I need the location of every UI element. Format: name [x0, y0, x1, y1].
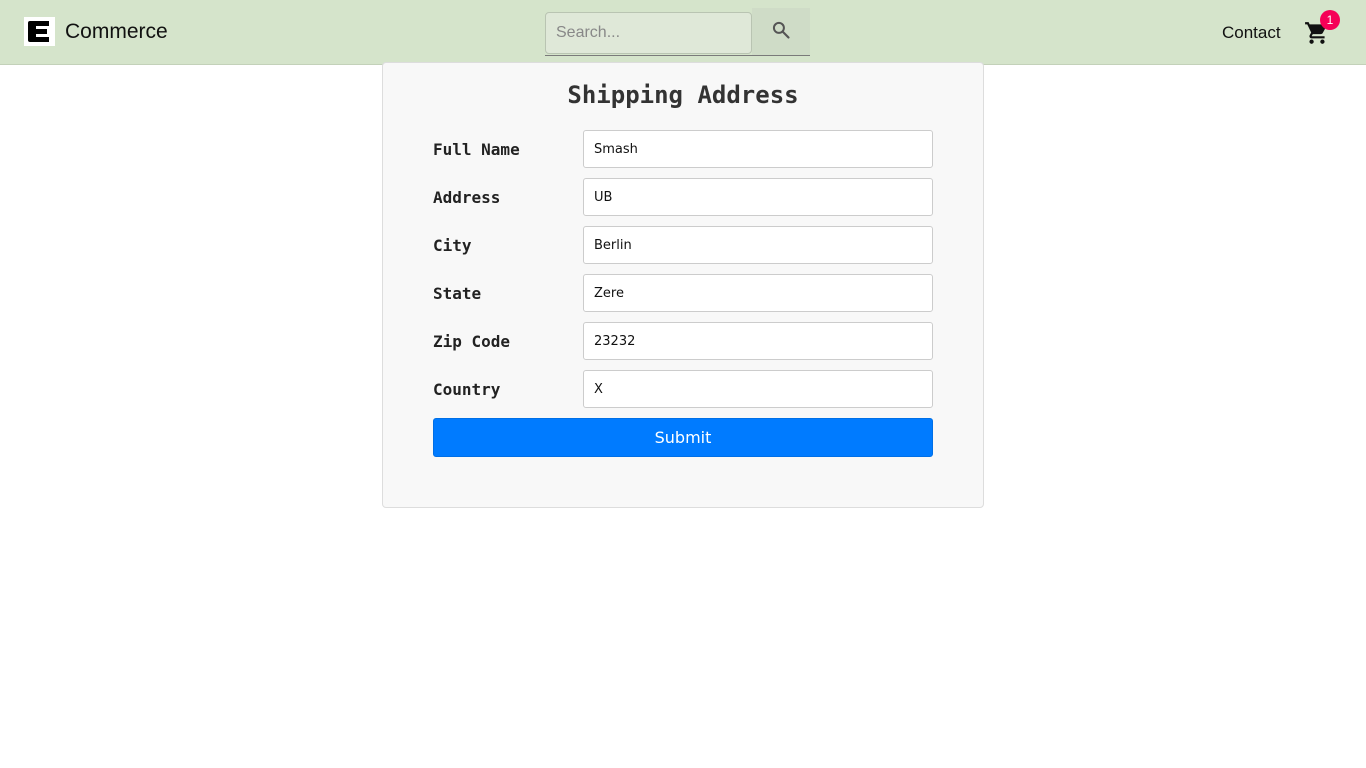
submit-button[interactable]: Submit	[433, 418, 933, 457]
cart-count-badge: 1	[1320, 10, 1340, 30]
contact-link[interactable]: Contact	[1222, 23, 1281, 43]
search-button[interactable]	[752, 8, 810, 55]
page-title: Shipping Address	[567, 81, 799, 109]
zip-code-label: Zip Code	[433, 332, 511, 351]
logo-e-icon[interactable]	[24, 17, 55, 46]
zip-code-field[interactable]	[583, 322, 933, 360]
city-label: City	[433, 236, 472, 255]
state-label: State	[433, 284, 482, 303]
search-bar	[545, 8, 810, 56]
address-field[interactable]	[583, 178, 933, 216]
country-field[interactable]	[583, 370, 933, 408]
address-label: Address	[433, 188, 501, 207]
full-name-label: Full Name	[433, 140, 520, 159]
state-field[interactable]	[583, 274, 933, 312]
brand-name[interactable]: Commerce	[65, 20, 168, 44]
search-input[interactable]	[545, 12, 752, 54]
full-name-field[interactable]	[583, 130, 933, 168]
country-label: Country	[433, 380, 501, 399]
header: Commerce Contact 1	[0, 0, 1366, 65]
cart-icon	[1304, 22, 1330, 50]
city-field[interactable]	[583, 226, 933, 264]
search-icon	[771, 20, 791, 43]
shipping-address-card: Shipping Address Full Name Address City …	[382, 62, 984, 508]
